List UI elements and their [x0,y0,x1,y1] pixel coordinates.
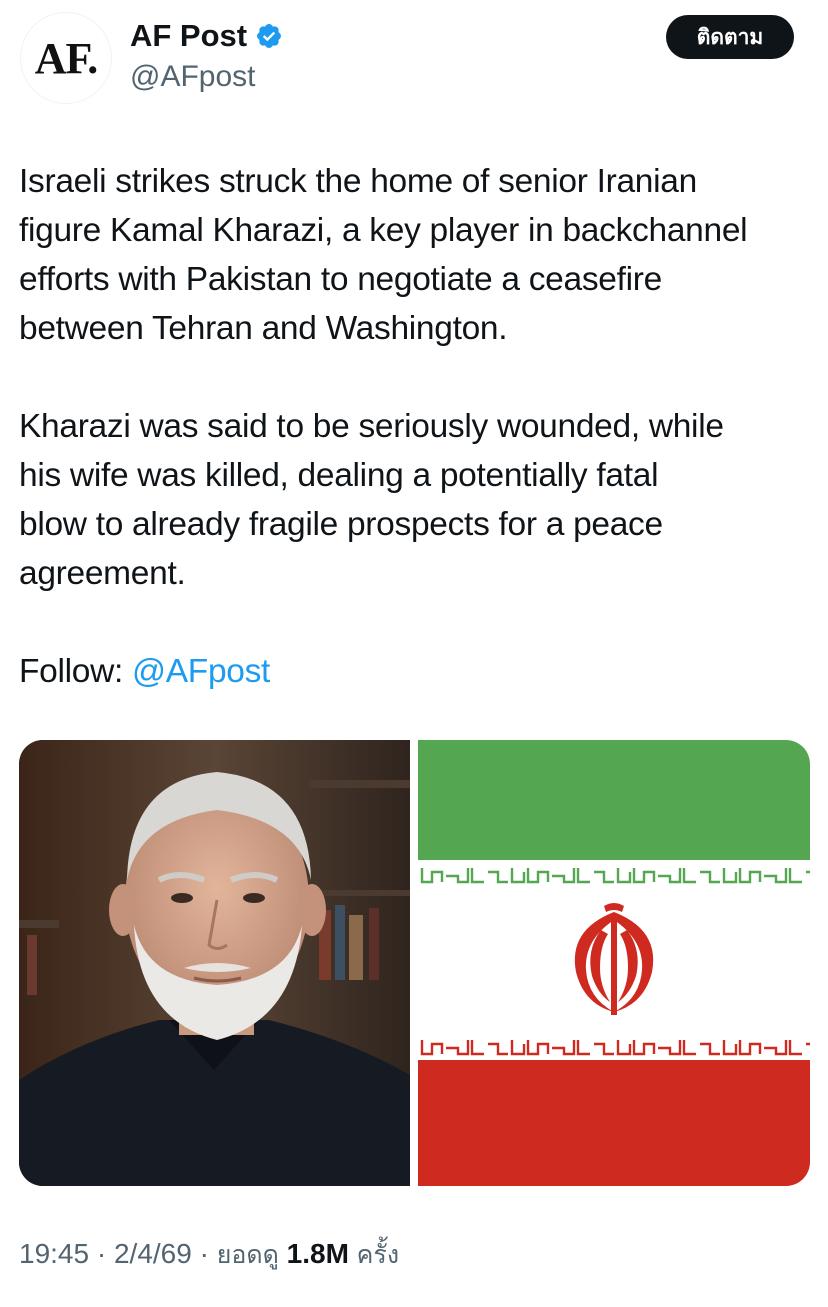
iran-flag-illustration [418,740,810,1186]
tweet-paragraph-1: Israeli strikes struck the home of senio… [19,157,819,353]
text-line: agreement. [19,555,186,592]
tweet-time[interactable]: 19:45 [19,1238,89,1269]
tweet-paragraph-2: Kharazi was said to be seriously wounded… [19,402,819,598]
separator: · [199,1238,209,1269]
name-row: AF Post [130,16,283,56]
portrait-illustration [19,740,410,1186]
tweet-meta: 19:45 · 2/4/69 · ยอดดู 1.8M ครั้ง [19,1234,399,1275]
media-grid [19,740,810,1186]
text-line: Israeli strikes struck the home of senio… [19,163,697,200]
views-count: 1.8M [286,1238,349,1269]
follow-prefix: Follow: [19,653,133,690]
tweet-date[interactable]: 2/4/69 [114,1238,192,1269]
tweet-header: AF. AF Post @AFpost ติดตาม [0,0,828,120]
follow-button[interactable]: ติดตาม [666,15,794,59]
tweet-text: Israeli strikes struck the home of senio… [19,157,819,696]
text-line: blow to already fragile prospects for a … [19,506,663,543]
avatar[interactable]: AF. [20,12,112,104]
iran-flag-image[interactable] [418,740,810,1186]
text-line: figure Kamal Kharazi, a key player in ba… [19,212,748,249]
mention-link[interactable]: @AFpost [132,653,270,690]
text-line: between Tehran and Washington. [19,310,508,347]
text-line: his wife was killed, dealing a potential… [19,457,659,494]
views-suffix: ครั้ง [356,1240,400,1269]
views-label: ยอดดู [216,1240,279,1269]
tweet-follow-line: Follow: @AFpost [19,647,819,696]
text-line: Kharazi was said to be seriously wounded… [19,408,724,445]
verified-badge-icon [257,24,282,48]
display-name[interactable]: AF Post [130,16,247,56]
text-line: efforts with Pakistan to negotiate a cea… [19,261,662,298]
separator: · [96,1238,107,1269]
account-handle[interactable]: @AFpost [130,58,256,96]
portrait-photo[interactable] [19,740,410,1186]
